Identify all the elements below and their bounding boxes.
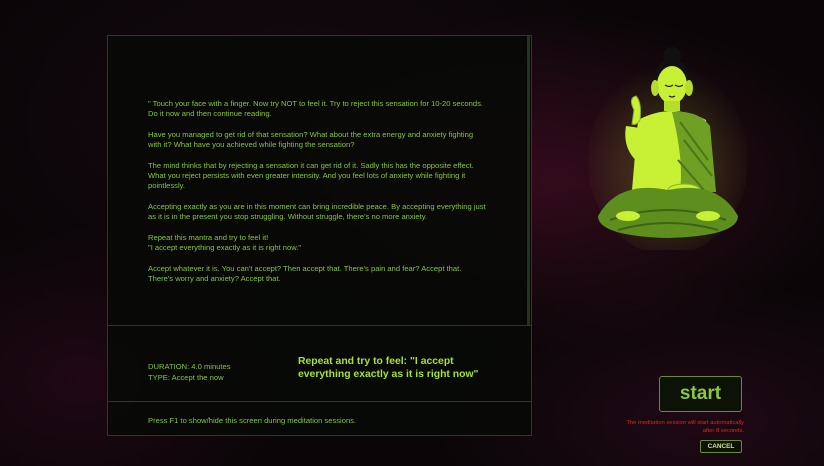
paragraph-2: Have you managed to get rid of that sens… — [148, 129, 474, 150]
meditating-buddha-icon — [588, 47, 748, 250]
divider — [108, 325, 531, 326]
session-info: DURATION: 4.0 minutes TYPE: Accept the n… — [148, 361, 231, 383]
countdown-message: The meditation session will start automa… — [626, 420, 744, 434]
paragraph-1: " Touch your face with a finger. Now try… — [148, 99, 484, 119]
cancel-button[interactable]: CANCEL — [700, 440, 742, 453]
help-hint: Press F1 to show/hide this screen during… — [148, 416, 357, 425]
instructions-panel: " Touch your face with a finger. Now try… — [107, 35, 532, 436]
type-label: TYPE: Accept the now — [148, 373, 224, 382]
paragraph-4: Accepting exactly as you are in this mom… — [148, 201, 486, 222]
divider — [108, 401, 531, 402]
article-text: " Touch your face with a finger. Now try… — [148, 99, 488, 324]
start-button[interactable]: start — [659, 376, 742, 412]
paragraph-3: The mind thinks that by rejecting a sens… — [148, 160, 474, 191]
mantra-text: Repeat and try to feel: "I accept everyt… — [298, 356, 479, 380]
scrollbar[interactable] — [527, 36, 530, 325]
duration-label: DURATION: 4.0 minutes — [148, 362, 231, 371]
paragraph-6: Accept whatever it is. You can't accept?… — [148, 263, 462, 284]
paragraph-5: Repeat this mantra and try to feel it! "… — [148, 232, 302, 253]
